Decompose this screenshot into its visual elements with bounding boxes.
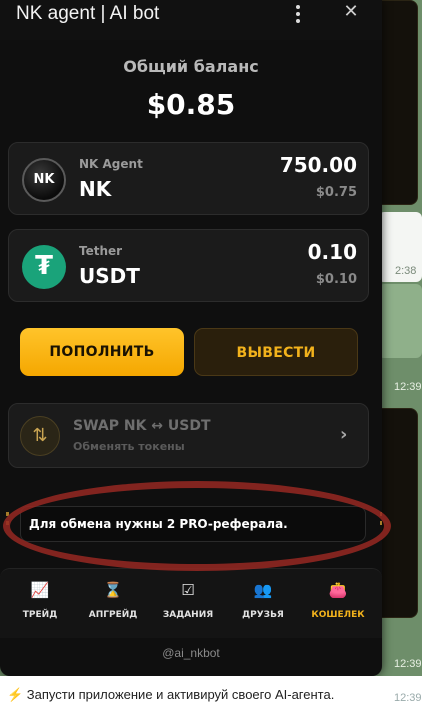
chat-message-time: 12:39 <box>394 692 422 704</box>
chat-time: 12:39 <box>394 658 422 670</box>
nk-agent-logo-icon: NK <box>22 158 66 202</box>
users-icon: 👥 <box>253 581 273 599</box>
chat-bubble <box>378 284 422 358</box>
nav-item-trade[interactable]: 📈 ТРЕЙД <box>4 579 76 620</box>
chat-time: 12:39 <box>394 381 422 393</box>
token-amount: 0.10 <box>307 240 357 264</box>
more-options-icon[interactable] <box>291 3 305 27</box>
chat-message-text: ⚡ Запусти приложение и активируй своего … <box>7 687 335 702</box>
wallet-icon: 👛 <box>328 581 348 599</box>
total-balance-label: Общий баланс <box>123 57 259 76</box>
window-title: NK agent | AI bot <box>16 3 160 24</box>
nav-label: КОШЕЛЕК <box>311 610 365 620</box>
bottom-navigation: 📈 ТРЕЙД ⌛ АПГРЕЙД ☑ ЗАДАНИЯ 👥 ДРУЗЬЯ 👛 К… <box>0 568 382 638</box>
deposit-button[interactable]: ПОПОЛНИТЬ <box>20 328 184 376</box>
checkbox-icon: ☑ <box>181 581 195 599</box>
nav-label: ЗАДАНИЯ <box>162 610 214 620</box>
swap-title: SWAP NK ↔ USDT <box>73 418 211 434</box>
token-usd-value: $0.10 <box>315 272 357 287</box>
hourglass-icon: ⌛ <box>103 581 123 599</box>
total-balance-value: $0.85 <box>146 88 236 121</box>
annotation-circle <box>3 481 391 571</box>
tether-logo-icon: ₮ <box>22 245 66 289</box>
nav-label: ДРУЗЬЯ <box>242 610 284 620</box>
swap-arrows-icon: ⇅ <box>20 416 60 456</box>
chart-line-icon: 📈 <box>30 581 50 599</box>
nav-label: ТРЕЙД <box>22 610 58 620</box>
nav-item-friends[interactable]: 👥 ДРУЗЬЯ <box>227 579 299 620</box>
token-card-nk[interactable]: NK NK Agent NK 750.00 $0.75 <box>8 142 369 215</box>
swap-card[interactable]: ⇅ SWAP NK ↔ USDT Обменять токены › <box>8 403 369 468</box>
token-symbol: NK <box>79 177 112 201</box>
token-usd-value: $0.75 <box>315 185 357 200</box>
chat-message: ⚡ Запусти приложение и активируй своего … <box>0 676 422 710</box>
nav-item-upgrade[interactable]: ⌛ АПГРЕЙД <box>77 579 149 620</box>
nav-label: АПГРЕЙД <box>88 610 138 620</box>
mini-app-window: NK agent | AI bot ✕ Общий баланс $0.85 N… <box>0 0 382 676</box>
token-name: Tether <box>79 244 123 258</box>
close-icon[interactable]: ✕ <box>341 0 361 24</box>
title-bar: NK agent | AI bot ✕ <box>0 0 382 40</box>
nav-item-tasks[interactable]: ☑ ЗАДАНИЯ <box>152 579 224 620</box>
token-amount: 750.00 <box>279 153 357 177</box>
token-card-usdt[interactable]: ₮ Tether USDT 0.10 $0.10 <box>8 229 369 302</box>
token-symbol: USDT <box>79 264 140 288</box>
chevron-right-icon: › <box>340 424 348 445</box>
nav-item-wallet[interactable]: 👛 КОШЕЛЕК <box>302 579 374 620</box>
swap-subtitle: Обменять токены <box>73 440 185 453</box>
chat-time: 2:38 <box>395 265 417 277</box>
token-name: NK Agent <box>79 157 143 171</box>
withdraw-button[interactable]: ВЫВЕСТИ <box>194 328 358 376</box>
bot-handle[interactable]: @ai_nkbot <box>0 646 382 660</box>
